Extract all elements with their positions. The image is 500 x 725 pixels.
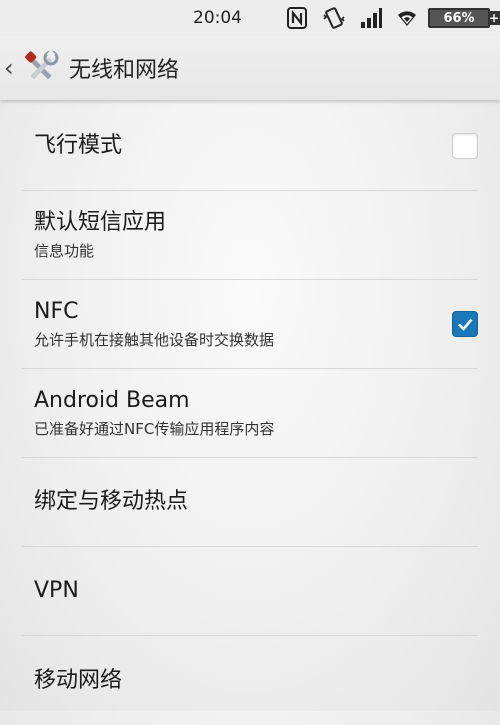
setting-title: 绑定与移动热点 <box>34 489 189 514</box>
setting-subtitle: 信息功能 <box>34 242 95 260</box>
setting-title: 飞行模式 <box>34 133 123 158</box>
airplane-mode-setting[interactable]: 飞行模式 <box>22 102 478 191</box>
checkmark-icon <box>458 318 473 331</box>
settings-list: 飞行模式 默认短信应用 信息功能 NFC 允许手机在接触其他设备时交换数据 An… <box>0 102 500 725</box>
tethering-hotspot-setting[interactable]: 绑定与移动热点 <box>22 458 478 547</box>
nfc-icon <box>286 7 308 29</box>
setting-title: 默认短信应用 <box>34 210 167 235</box>
setting-title: Android Beam <box>34 388 190 413</box>
default-sms-app-setting[interactable]: 默认短信应用 信息功能 <box>22 191 478 280</box>
action-bar: ‹ 无线和网络 <box>0 36 500 100</box>
battery-level: 66% <box>443 10 475 26</box>
airplane-mode-checkbox[interactable] <box>452 133 478 159</box>
settings-tools-icon[interactable] <box>22 49 60 87</box>
status-bar: 20:04 66% + <box>0 0 500 36</box>
battery-indicator: 66% + <box>428 8 500 28</box>
setting-title: 移动网络 <box>34 667 123 693</box>
vpn-setting[interactable]: VPN <box>22 547 478 636</box>
charging-icon: + <box>488 11 500 25</box>
vibrate-icon <box>322 7 346 29</box>
setting-title: NFC <box>34 299 79 324</box>
setting-subtitle: 已准备好通过NFC传输应用程序内容 <box>34 420 275 438</box>
page-title: 无线和网络 <box>69 58 180 83</box>
nfc-setting[interactable]: NFC 允许手机在接触其他设备时交换数据 <box>22 280 478 369</box>
mobile-network-setting[interactable]: 移动网络 <box>22 636 478 725</box>
setting-subtitle: 允许手机在接触其他设备时交换数据 <box>34 331 275 349</box>
android-beam-setting[interactable]: Android Beam 已准备好通过NFC传输应用程序内容 <box>22 369 478 458</box>
setting-title: VPN <box>34 578 79 603</box>
back-chevron-icon[interactable]: ‹ <box>4 54 18 82</box>
nfc-checkbox[interactable] <box>452 311 478 337</box>
status-time: 20:04 <box>193 8 242 28</box>
wifi-icon <box>396 8 418 28</box>
signal-icon <box>360 8 382 28</box>
